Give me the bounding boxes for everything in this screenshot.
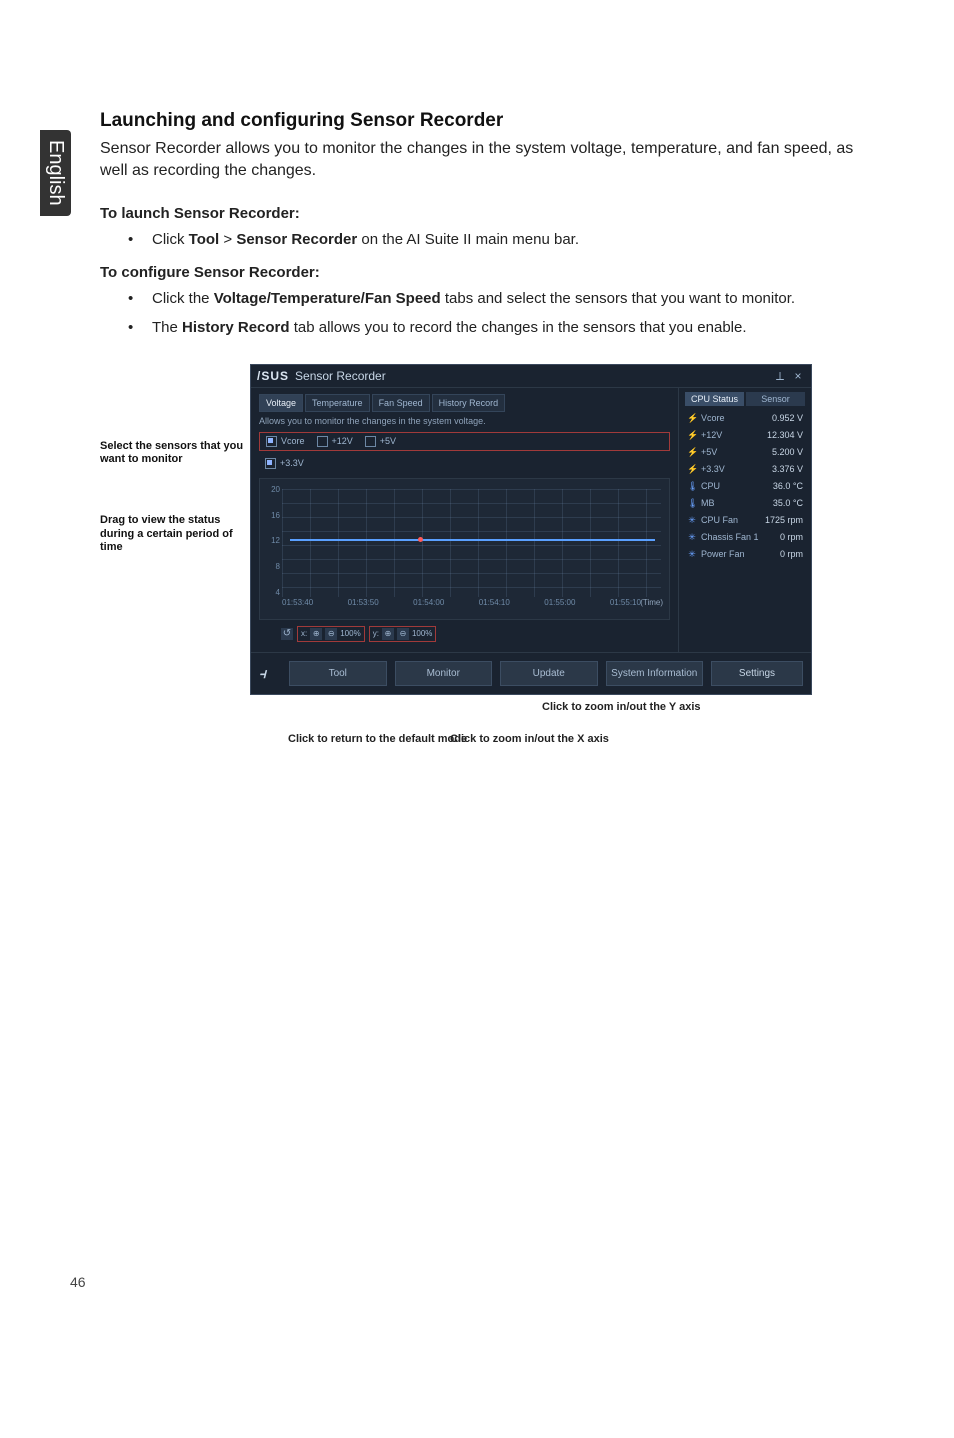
- bottom-sysinfo[interactable]: System Information: [606, 661, 704, 686]
- sensor-recorder-window: /SUS Sensor Recorder ⟂ × Voltage Tempera…: [250, 364, 812, 695]
- window-title: Sensor Recorder: [295, 369, 386, 383]
- bottom-settings[interactable]: Settings: [711, 661, 803, 686]
- metric-cpu-fan: ✳CPU Fan1725 rpm: [685, 512, 805, 529]
- hint-text: Allows you to monitor the changes in the…: [259, 416, 670, 426]
- launch-heading: To launch Sensor Recorder:: [100, 205, 884, 222]
- sensor-select-row: Vcore +12V +5V: [259, 432, 670, 451]
- page-number: 46: [70, 1274, 86, 1290]
- chart-series-line: [290, 539, 655, 541]
- checkbox-icon[interactable]: [317, 436, 328, 447]
- zoom-y-out[interactable]: ⊖: [397, 628, 409, 640]
- close-icon[interactable]: ×: [791, 369, 805, 383]
- tab-history-record[interactable]: History Record: [432, 394, 506, 412]
- language-tab: English: [40, 130, 71, 216]
- zoom-y-value: 100%: [412, 629, 432, 638]
- callout-zoom-y: Click to zoom in/out the Y axis: [542, 701, 701, 714]
- configure-bullet-1: • Click the Voltage/Temperature/Fan Spee…: [128, 289, 884, 309]
- sensor-33v[interactable]: +3.3V: [265, 458, 304, 469]
- pin-icon[interactable]: ⟂: [773, 369, 787, 383]
- section-heading: Launching and configuring Sensor Recorde…: [100, 110, 884, 132]
- fan-icon: ✳: [687, 515, 697, 526]
- bolt-icon: ⚡: [687, 430, 697, 441]
- bolt-icon: ⚡: [687, 413, 697, 424]
- fan-icon: ✳: [687, 532, 697, 543]
- metric-cpu-temp: 🌡CPU36.0 °C: [685, 478, 805, 495]
- metric-5v: ⚡+5V5.200 V: [685, 444, 805, 461]
- bolt-icon: ⚡: [687, 464, 697, 475]
- thermometer-icon: 🌡: [687, 481, 697, 492]
- tab-temperature[interactable]: Temperature: [305, 394, 370, 412]
- zoom-x-value: 100%: [340, 629, 360, 638]
- bottom-update[interactable]: Update: [500, 661, 598, 686]
- metric-33v: ⚡+3.3V3.376 V: [685, 461, 805, 478]
- launch-bullet: • Click Tool > Sensor Recorder on the AI…: [128, 230, 884, 250]
- sensor-select-row-2: +3.3V: [259, 455, 670, 472]
- status-side-panel: CPU Status Sensor ⚡Vcore0.952 V ⚡+12V12.…: [678, 388, 811, 652]
- checkbox-icon[interactable]: [365, 436, 376, 447]
- fan-icon: ✳: [687, 549, 697, 560]
- app-logo: /SUS: [257, 369, 289, 383]
- voltage-chart[interactable]: 20 16 12 8 4 01:53:40 01:53:50 01:54:: [259, 478, 670, 620]
- thermometer-icon: 🌡: [687, 498, 697, 509]
- callout-select: Select the sensors that you want to moni…: [100, 440, 250, 466]
- callout-return: Click to return to the default mode: [288, 733, 467, 746]
- metric-chassis-fan: ✳Chassis Fan 10 rpm: [685, 529, 805, 546]
- sensor-vcore[interactable]: Vcore: [266, 436, 305, 447]
- zoom-y-group: y: ⊕ ⊖ 100%: [369, 626, 437, 642]
- tab-fan-speed[interactable]: Fan Speed: [372, 394, 430, 412]
- chart-marker: [418, 537, 423, 542]
- checkbox-icon[interactable]: [266, 436, 277, 447]
- brand-glyph-icon: ⫞: [259, 665, 281, 682]
- configure-bullet-2: • The History Record tab allows you to r…: [128, 318, 884, 338]
- callout-drag: Drag to view the status during a certain…: [100, 514, 250, 554]
- sp-tab-sensor[interactable]: Sensor: [746, 392, 805, 406]
- metric-mb-temp: 🌡MB35.0 °C: [685, 495, 805, 512]
- bolt-icon: ⚡: [687, 447, 697, 458]
- zoom-x-out[interactable]: ⊖: [325, 628, 337, 640]
- zoom-x-group: x: ⊕ ⊖ 100%: [297, 626, 365, 642]
- checkbox-icon[interactable]: [265, 458, 276, 469]
- time-axis-label: (Time): [640, 598, 663, 607]
- zoom-y-in[interactable]: ⊕: [382, 628, 394, 640]
- metric-12v: ⚡+12V12.304 V: [685, 427, 805, 444]
- bottom-tool[interactable]: Tool: [289, 661, 387, 686]
- tab-voltage[interactable]: Voltage: [259, 394, 303, 412]
- sensor-12v[interactable]: +12V: [317, 436, 353, 447]
- intro-text: Sensor Recorder allows you to monitor th…: [100, 138, 884, 181]
- callout-zoom-x: Click to zoom in/out the X axis: [450, 733, 609, 746]
- sensor-5v[interactable]: +5V: [365, 436, 396, 447]
- metric-power-fan: ✳Power Fan0 rpm: [685, 546, 805, 563]
- configure-heading: To configure Sensor Recorder:: [100, 264, 884, 281]
- zoom-reset-x[interactable]: ↺: [281, 628, 293, 640]
- sp-tab-cpu[interactable]: CPU Status: [685, 392, 744, 406]
- zoom-x-in[interactable]: ⊕: [310, 628, 322, 640]
- metric-vcore: ⚡Vcore0.952 V: [685, 410, 805, 427]
- bottom-monitor[interactable]: Monitor: [395, 661, 493, 686]
